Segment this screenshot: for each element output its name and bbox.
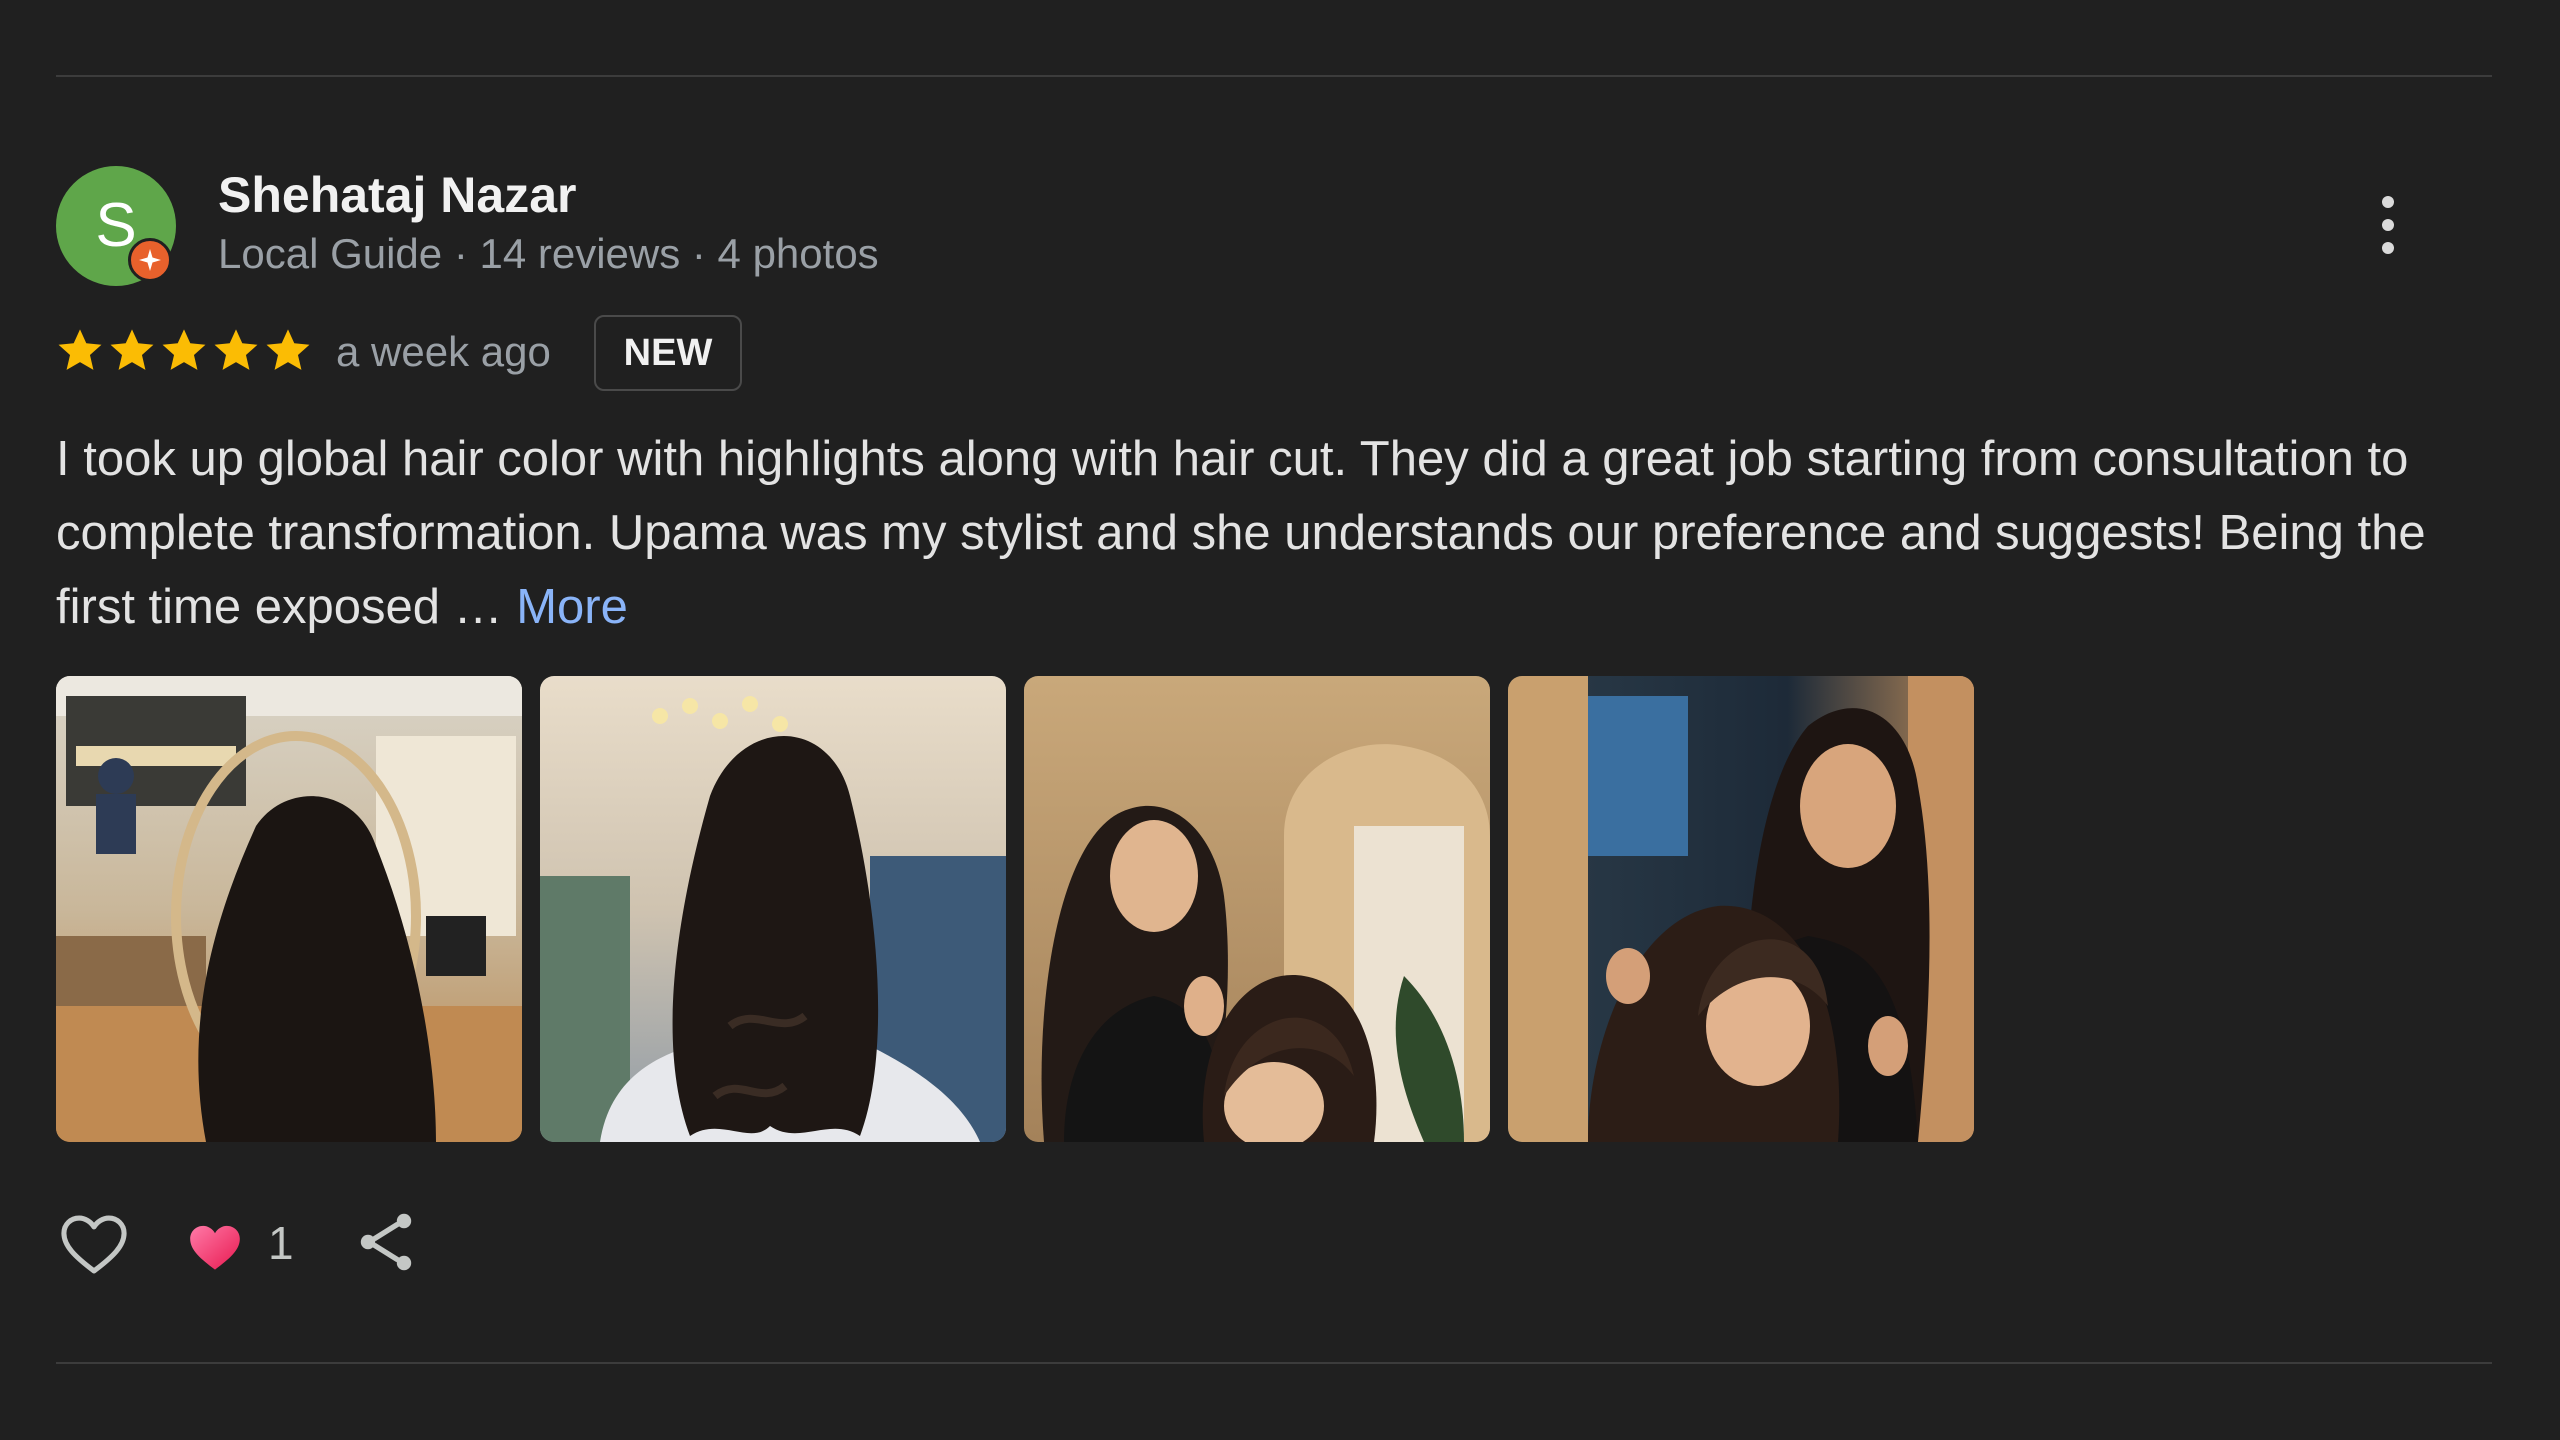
share-icon[interactable] — [350, 1206, 422, 1278]
review-photo-4[interactable] — [1508, 676, 1974, 1142]
review-body: I took up global hair color with highlig… — [56, 432, 2426, 634]
review-photos — [56, 676, 1974, 1142]
bottom-divider — [56, 1362, 2492, 1364]
review-photo-2[interactable] — [540, 676, 1006, 1142]
reviewer-name[interactable]: Shehataj Nazar — [218, 166, 576, 224]
review-photo-3[interactable] — [1024, 676, 1490, 1142]
review-text: I took up global hair color with highlig… — [56, 422, 2436, 644]
new-badge: NEW — [594, 315, 742, 391]
top-divider — [56, 75, 2492, 77]
star-icon — [266, 329, 310, 370]
heart-reaction-icon[interactable] — [186, 1220, 244, 1272]
star-icon — [110, 329, 154, 370]
reaction-count: 1 — [268, 1217, 294, 1269]
star-icon — [58, 329, 102, 370]
more-options-icon[interactable] — [2370, 190, 2406, 260]
heart-outline-icon[interactable] — [56, 1206, 132, 1282]
local-guide-badge-icon — [128, 238, 172, 282]
review-timestamp: a week ago — [336, 328, 551, 375]
reviewer-meta[interactable]: Local Guide · 14 reviews · 4 photos — [218, 230, 879, 278]
review-photo-1[interactable] — [56, 676, 522, 1142]
star-icon — [162, 329, 206, 370]
more-link[interactable]: More — [516, 580, 628, 634]
star-rating — [54, 324, 314, 380]
star-icon — [214, 329, 258, 370]
